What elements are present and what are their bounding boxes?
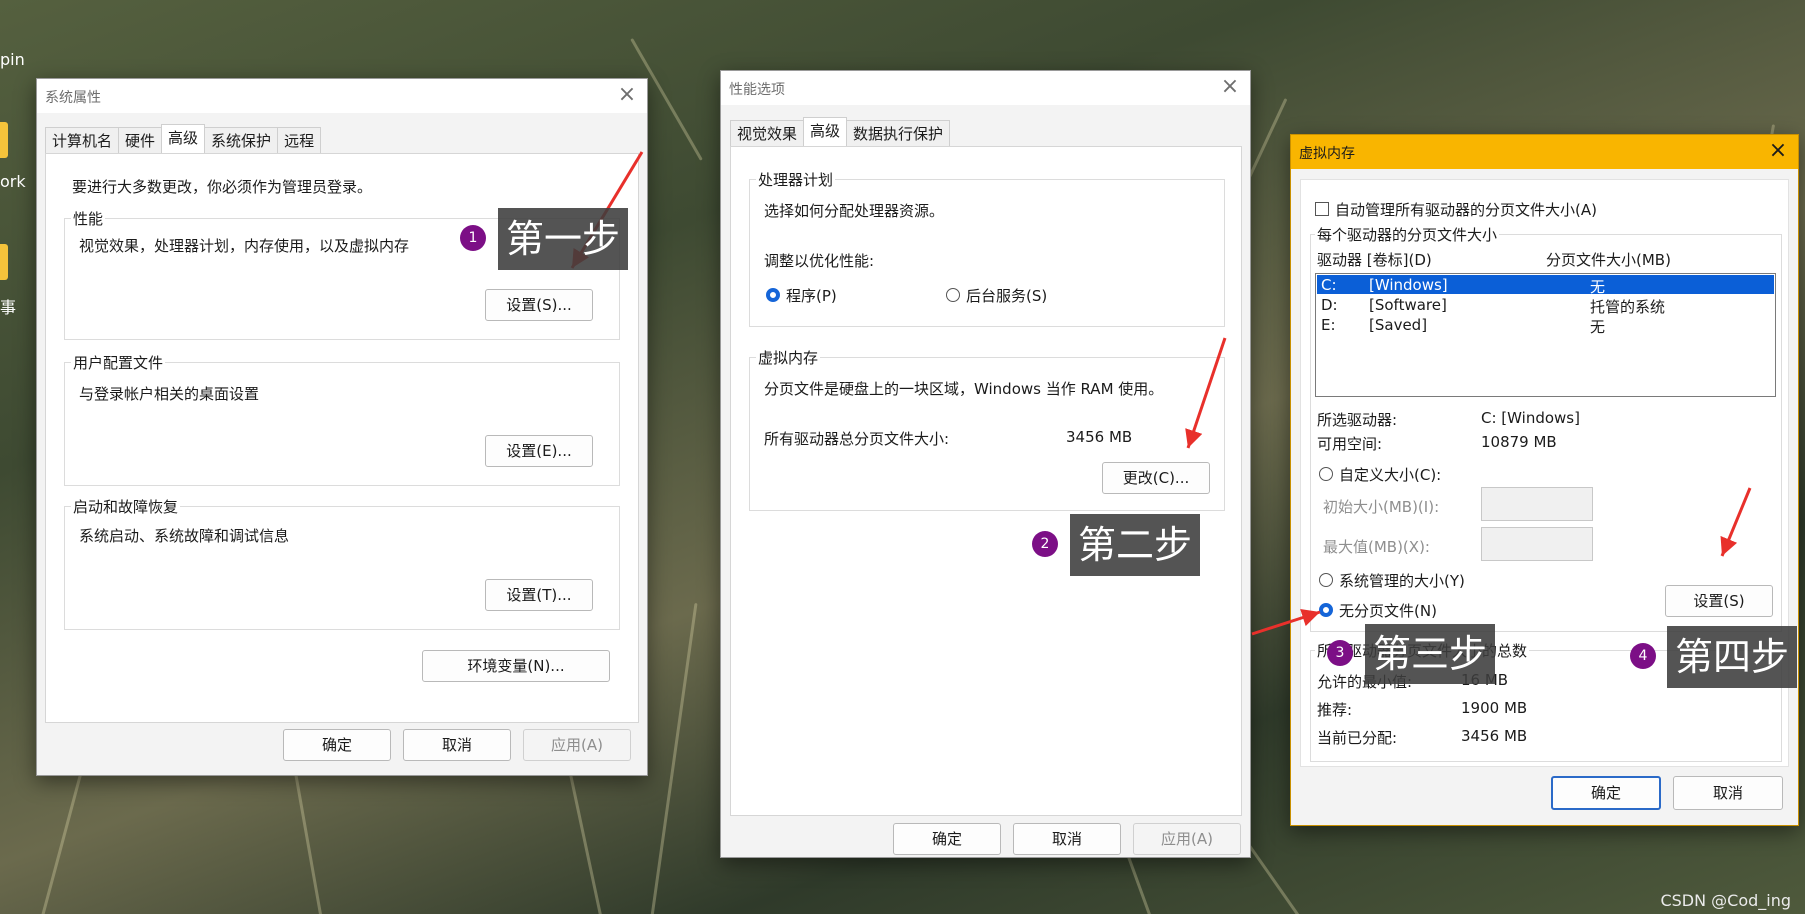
step3-badge: 3 [1327,640,1353,666]
arrow-step3 [1251,608,1321,636]
step4-badge: 4 [1630,643,1656,669]
arrow-step2 [1185,337,1227,449]
watermark: CSDN @Cod_ing [1660,891,1791,910]
step2-label: 第二步 [1070,514,1201,576]
arrow-step4 [1720,487,1752,557]
step2-badge: 2 [1032,531,1058,557]
step4-label: 第四步 [1667,626,1798,688]
annotation-arrows [570,151,1752,636]
step1-badge: 1 [460,225,486,251]
step3-label: 第三步 [1365,624,1496,684]
step1-label: 第一步 [498,208,629,270]
